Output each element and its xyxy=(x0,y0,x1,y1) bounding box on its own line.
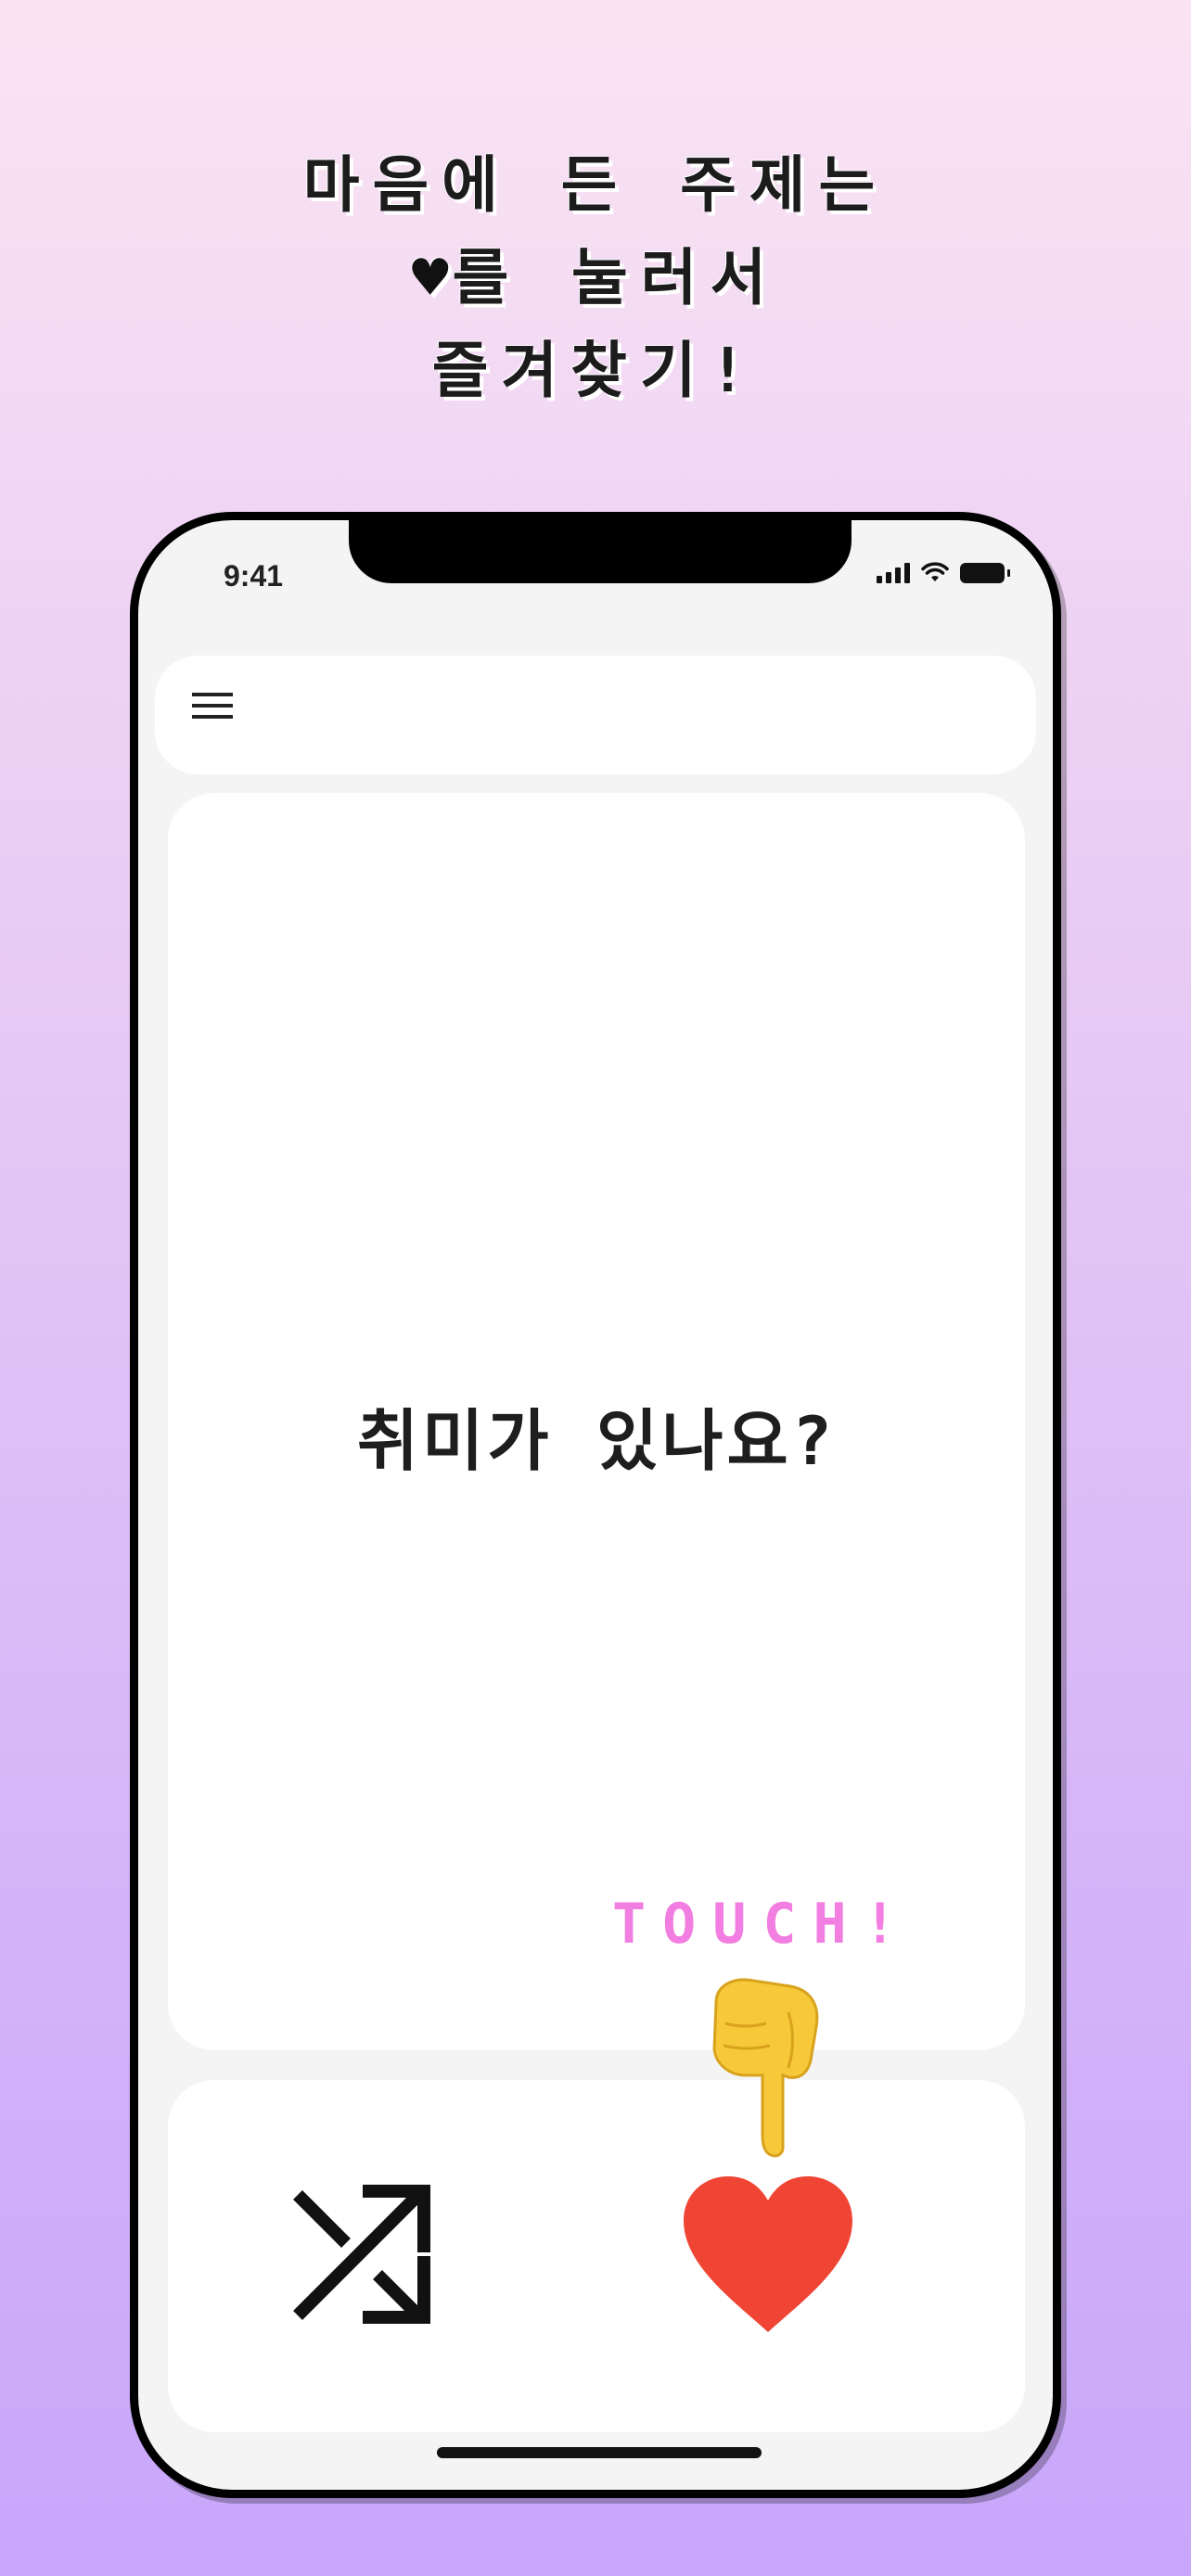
hamburger-menu-icon[interactable] xyxy=(192,687,237,728)
pointing-down-hand-icon xyxy=(712,1978,819,2158)
battery-icon xyxy=(960,563,1010,583)
promo-line-2-text: 를 눌러서 xyxy=(452,242,780,313)
promo-heart-icon: ♥ xyxy=(411,242,449,313)
shuffle-icon xyxy=(293,2185,430,2324)
question-card: 취미가 있나요? xyxy=(168,793,1025,2050)
status-icons xyxy=(877,561,1010,583)
app-top-bar xyxy=(155,656,1036,774)
home-indicator xyxy=(437,2447,762,2458)
promo-headline: 마음에 든 주제는 ♥를 눌러서 즐겨찾기! xyxy=(0,139,1191,417)
favorite-heart-button[interactable] xyxy=(680,2173,856,2334)
promo-line-2: ♥를 눌러서 xyxy=(0,232,1191,325)
phone-mockup: 9:41 취미가 있나요? xyxy=(130,512,1061,2498)
touch-hint-text: TOUCH! xyxy=(612,1892,914,1957)
question-text: 취미가 있나요? xyxy=(356,1402,837,1480)
promo-line-1: 마음에 든 주제는 xyxy=(302,149,889,221)
heart-icon xyxy=(684,2176,852,2332)
shuffle-button[interactable] xyxy=(288,2176,437,2325)
status-time: 9:41 xyxy=(224,559,284,593)
action-panel xyxy=(168,2080,1025,2432)
phone-notch xyxy=(349,520,852,583)
wifi-icon xyxy=(921,562,949,581)
promo-line-3: 즐겨찾기! xyxy=(431,335,760,406)
cellular-signal-icon xyxy=(877,561,910,583)
